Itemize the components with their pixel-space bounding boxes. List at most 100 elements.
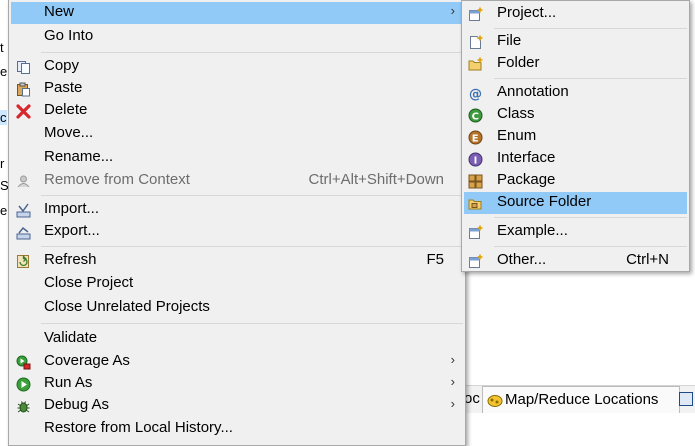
menu-item-move[interactable]: Move... [11,123,463,145]
debug-icon [16,399,31,414]
menu-separator [41,323,463,324]
menu-separator [41,52,463,53]
submenu-item-other[interactable]: Other... Ctrl+N [464,250,687,272]
menu-separator [41,246,463,247]
submenu-item-label: Folder [497,54,540,71]
menu-item-paste[interactable]: Paste [11,78,463,100]
svg-text:@: @ [469,87,482,101]
submenu-item-label: Source Folder [497,193,592,210]
menu-item-label: Export... [44,222,100,239]
submenu-item-source-folder[interactable]: Source Folder [464,192,687,214]
submenu-item-interface[interactable]: I Interface [464,148,687,170]
menu-item-debug-as[interactable]: Debug As › [11,395,463,417]
paste-icon [16,82,31,97]
explorer-fragment-selected[interactable]: c [0,110,7,125]
context-menu: New › Go Into Copy Paste Delete Move... … [8,0,466,446]
javadoc-tab-label[interactable]: oc [464,390,480,407]
menu-item-refresh[interactable]: Refresh F5 [11,250,463,272]
menu-item-export[interactable]: Export... [11,221,463,243]
menu-item-close-project[interactable]: Close Project [11,273,463,295]
map-reduce-tab-label: Map/Reduce Locations [505,391,659,408]
example-icon [468,225,483,240]
menu-item-label: Close Unrelated Projects [44,298,210,315]
menu-item-run-as[interactable]: Run As › [11,373,463,395]
menu-item-import[interactable]: Import... [11,199,463,221]
menu-item-label: Go Into [44,27,94,44]
enum-icon: E [468,130,483,145]
chevron-right-icon: › [450,3,455,18]
submenu-item-label: Class [497,105,535,122]
explorer-fragment: e [0,64,8,79]
menu-separator [494,28,687,29]
submenu-item-project[interactable]: Project... [464,3,687,25]
menu-separator [494,246,687,247]
remove-context-icon [16,174,31,189]
menu-item-label: Paste [44,79,83,96]
menu-item-shortcut: Ctrl+Alt+Shift+Down [308,171,444,188]
submenu-item-folder[interactable]: Folder [464,53,687,75]
menu-item-label: Coverage As [44,352,130,369]
interface-icon: I [468,152,483,167]
svg-text:C: C [472,112,479,123]
run-icon [16,377,31,392]
submenu-item-label: Project... [497,4,557,21]
submenu-item-example[interactable]: Example... [464,221,687,243]
submenu-item-label: Package [497,171,556,188]
chevron-right-icon: › [450,374,455,389]
menu-item-restore-local-history[interactable]: Restore from Local History... [11,418,463,440]
menu-separator [494,217,687,218]
refresh-icon [16,254,31,269]
menu-item-delete[interactable]: Delete [11,100,463,122]
explorer-fragment: t [0,40,4,55]
menu-item-new[interactable]: New › [11,2,463,24]
menu-item-rename[interactable]: Rename... [11,147,463,169]
submenu-item-label: Enum [497,127,537,144]
map-reduce-locations-tab[interactable]: Map/Reduce Locations [482,386,680,414]
menu-item-label: Run As [44,374,93,391]
submenu-item-label: Annotation [497,83,569,100]
view-menu-icon[interactable] [679,392,693,406]
svg-text:E: E [472,134,479,145]
source-folder-icon [468,196,483,211]
submenu-item-label: Other... [497,251,547,268]
menu-item-label: Rename... [44,148,114,165]
view-tab-bar: oc Map/Reduce Locations [462,385,695,414]
menu-item-go-into[interactable]: Go Into [11,26,463,48]
submenu-item-label: Example... [497,222,568,239]
submenu-item-shortcut: Ctrl+N [626,251,669,268]
submenu-item-file[interactable]: File [464,31,687,53]
delete-icon [16,104,31,119]
chevron-right-icon: › [450,396,455,411]
package-icon [468,174,483,189]
chevron-right-icon: › [450,352,455,367]
explorer-fragment: e [0,203,8,218]
menu-item-close-unrelated-projects[interactable]: Close Unrelated Projects [11,297,463,319]
menu-item-label: Copy [44,57,80,74]
menu-separator [494,78,687,79]
submenu-item-class[interactable]: C Class [464,104,687,126]
menu-item-label: Restore from Local History... [44,419,233,436]
new-project-icon [468,7,483,22]
folder-icon [468,57,483,72]
annotation-icon: @ [468,86,483,101]
submenu-item-label: File [497,32,522,49]
menu-item-shortcut: F5 [426,251,444,268]
menu-item-remove-from-context[interactable]: Remove from Context Ctrl+Alt+Shift+Down [11,170,463,192]
export-icon [16,225,31,240]
menu-item-label: Validate [44,329,98,346]
view-panel-content [462,413,695,439]
menu-item-label: New [44,3,75,20]
menu-item-label: Delete [44,101,88,118]
menu-item-label: Close Project [44,274,134,291]
menu-item-coverage-as[interactable]: Coverage As › [11,351,463,373]
file-icon [468,35,483,50]
menu-item-copy[interactable]: Copy [11,56,463,78]
submenu-item-package[interactable]: Package [464,170,687,192]
submenu-item-enum[interactable]: E Enum [464,126,687,148]
menu-item-label: Remove from Context [44,171,190,188]
map-reduce-icon [487,393,503,408]
submenu-item-annotation[interactable]: @ Annotation [464,82,687,104]
menu-item-validate[interactable]: Validate [11,328,463,350]
import-icon [16,203,31,218]
new-submenu: Project... File Folder @ Annotation C Cl… [461,0,690,272]
